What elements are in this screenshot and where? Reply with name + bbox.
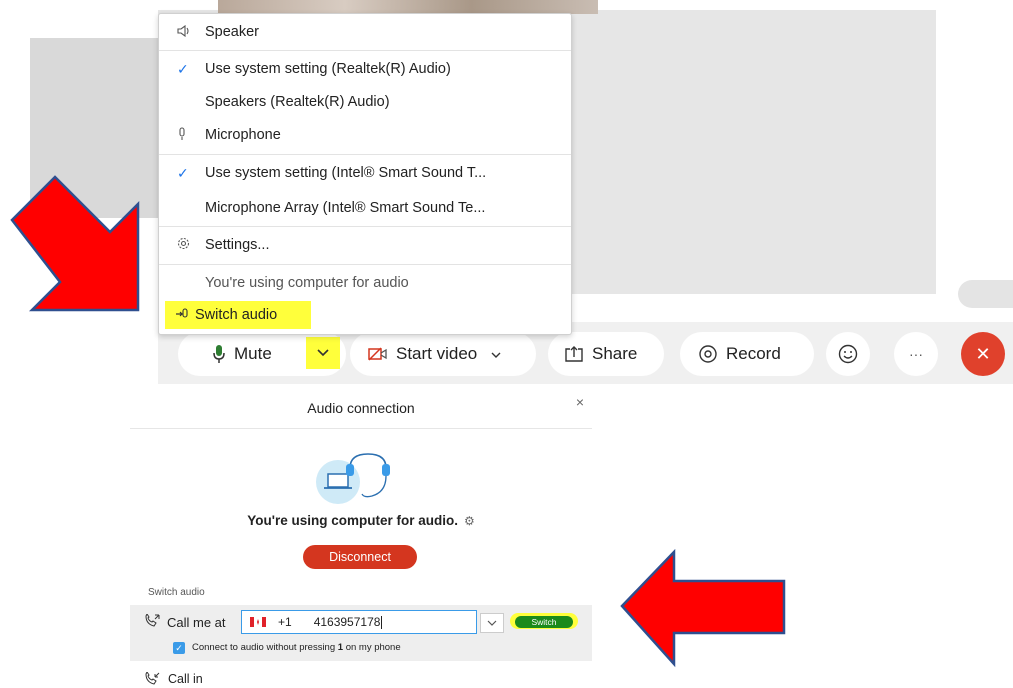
audio-status-label: You're using computer for audio xyxy=(205,275,409,291)
call-me-option[interactable]: Call me at +1 4163957178 Switch ✓ Connec… xyxy=(130,605,592,661)
checkmark-icon: ✓ xyxy=(177,60,189,77)
chevron-down-icon xyxy=(317,349,329,357)
gear-icon xyxy=(177,237,190,253)
connect-auto-checkbox[interactable]: ✓ xyxy=(173,642,185,654)
switch-audio-icon xyxy=(175,307,189,324)
mic-system-option[interactable]: ✓ Use system setting (Intel® Smart Sound… xyxy=(159,155,571,191)
mic-device-option[interactable]: Microphone Array (Intel® Smart Sound Te.… xyxy=(159,190,571,226)
close-icon[interactable]: × xyxy=(576,394,584,410)
microphone-icon xyxy=(177,126,187,144)
mic-device-label: Microphone Array (Intel® Smart Sound Te.… xyxy=(205,200,486,216)
audio-status: You're using computer for audio xyxy=(159,265,571,301)
phone-call-in-icon xyxy=(145,672,160,685)
country-code: +1 xyxy=(278,615,292,629)
call-in-option[interactable]: Call in xyxy=(144,672,203,686)
end-meeting-button[interactable]: ✕ xyxy=(961,332,1005,376)
speaker-system-option[interactable]: ✓ Use system setting (Realtek(R) Audio) xyxy=(159,51,571,87)
mute-label: Mute xyxy=(234,344,272,363)
settings-option[interactable]: Settings... xyxy=(159,227,571,263)
audio-connection-dialog: Audio connection × You're using computer… xyxy=(130,388,592,688)
speaker-header-label: Speaker xyxy=(205,24,260,40)
record-button[interactable]: Record xyxy=(680,332,814,376)
speaker-icon xyxy=(177,24,191,40)
more-icon: ··· xyxy=(909,346,923,362)
connect-auto-pre: Connect to audio without pressing xyxy=(192,642,338,653)
connect-auto-label: Connect to audio without pressing 1 on m… xyxy=(192,642,401,653)
phone-history-dropdown[interactable] xyxy=(480,613,504,633)
reactions-button[interactable] xyxy=(826,332,870,376)
call-in-label: Call in xyxy=(168,672,203,686)
record-label: Record xyxy=(726,344,781,363)
close-icon: ✕ xyxy=(975,343,991,364)
microphone-icon xyxy=(212,344,226,364)
video-off-icon xyxy=(368,346,388,362)
side-pill xyxy=(958,280,1013,308)
disconnect-label: Disconnect xyxy=(329,550,391,564)
checkmark-icon: ✓ xyxy=(177,164,189,181)
share-icon xyxy=(564,345,584,363)
connect-auto-post: on my phone xyxy=(343,642,401,653)
headset-illustration xyxy=(316,453,390,504)
emoji-icon xyxy=(838,344,858,364)
record-icon xyxy=(698,344,718,364)
more-options-button[interactable]: ··· xyxy=(894,332,938,376)
gear-icon[interactable]: ⚙ xyxy=(464,514,475,528)
microphone-header-label: Microphone xyxy=(205,127,281,143)
chevron-down-icon[interactable] xyxy=(491,344,501,364)
switch-audio-label: Switch audio xyxy=(195,307,278,323)
start-video-button[interactable]: Start video xyxy=(350,332,536,376)
settings-label: Settings... xyxy=(205,237,270,253)
share-label: Share xyxy=(592,344,638,363)
canada-flag-icon[interactable] xyxy=(250,617,266,627)
switch-button-label: Switch xyxy=(531,617,557,627)
switch-audio-heading: Switch audio xyxy=(148,587,205,598)
share-button[interactable]: Share xyxy=(548,332,664,376)
side-panel xyxy=(936,10,1013,320)
annotation-arrow-icon xyxy=(620,548,786,668)
phone-number-value: 4163957178 xyxy=(313,615,381,629)
speaker-device-option[interactable]: Speakers (Realtek(R) Audio) xyxy=(159,84,571,120)
audio-status-message: You're using computer for audio. ⚙ xyxy=(130,513,592,528)
phone-callback-icon xyxy=(144,613,160,633)
annotation-arrow-icon xyxy=(10,175,140,312)
audio-status-text: You're using computer for audio. xyxy=(247,513,458,528)
call-me-label: Call me at xyxy=(167,615,226,630)
mic-system-label: Use system setting (Intel® Smart Sound T… xyxy=(205,165,487,181)
video-thumbnail xyxy=(218,0,598,14)
switch-button[interactable]: Switch xyxy=(515,616,573,628)
disconnect-button[interactable]: Disconnect xyxy=(303,545,417,569)
audio-options-menu: Speaker ✓ Use system setting (Realtek(R)… xyxy=(158,13,572,335)
dialog-title-label: Audio connection xyxy=(307,400,415,416)
start-video-label: Start video xyxy=(396,344,478,363)
microphone-section-header: Microphone xyxy=(159,117,571,153)
phone-number-input[interactable]: +1 4163957178 xyxy=(241,610,477,634)
chevron-down-icon xyxy=(487,620,497,626)
audio-options-dropdown[interactable] xyxy=(306,337,340,369)
speaker-device-label: Speakers (Realtek(R) Audio) xyxy=(205,94,390,110)
switch-audio-option[interactable]: Switch audio xyxy=(165,301,311,329)
dialog-title: Audio connection xyxy=(130,388,592,429)
text-cursor xyxy=(381,615,383,629)
speaker-system-label: Use system setting (Realtek(R) Audio) xyxy=(205,61,451,77)
speaker-section-header: Speaker xyxy=(159,14,571,50)
